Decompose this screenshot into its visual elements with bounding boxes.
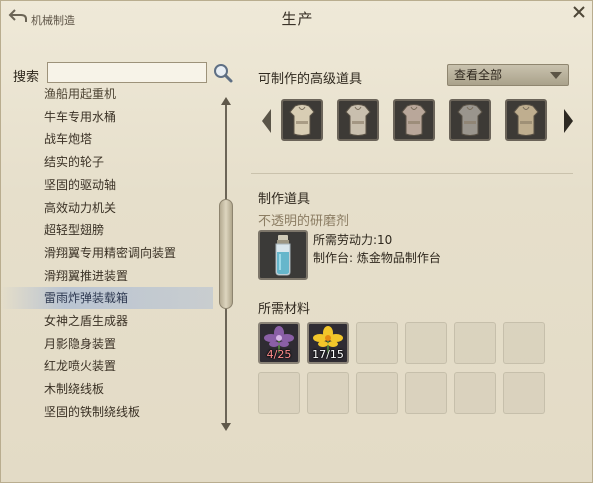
craft-item-title: 制作道具 xyxy=(258,192,311,207)
advanced-item-slot[interactable] xyxy=(505,99,547,141)
armor-icon xyxy=(513,104,539,136)
search-input[interactable] xyxy=(47,62,207,83)
advanced-item-slot[interactable] xyxy=(281,99,323,141)
armor-icon xyxy=(401,104,427,136)
scroll-thumb[interactable] xyxy=(219,199,233,309)
potion-bottle-icon xyxy=(275,235,291,276)
list-item[interactable]: 滑翔翼专用精密调向装置 xyxy=(44,242,204,264)
advanced-item-slot[interactable] xyxy=(337,99,379,141)
list-item[interactable]: 超轻型翅膀 xyxy=(44,219,204,241)
window-title: 生产 xyxy=(281,10,314,28)
list-item[interactable]: 坚固的铁制绕线板 xyxy=(44,401,204,423)
material-slot-empty xyxy=(356,372,398,414)
material-slot-empty xyxy=(405,372,447,414)
list-item[interactable]: 坚固的驱动轴 xyxy=(44,174,204,196)
scroll-up-icon[interactable] xyxy=(221,97,231,105)
material-count: 17/15 xyxy=(312,348,344,361)
advanced-item-slot[interactable] xyxy=(449,99,491,141)
list-item[interactable]: 木制绕线板 xyxy=(44,378,204,400)
list-item[interactable]: 滑翔翼推进装置 xyxy=(44,265,204,287)
station-value: 炼金物品制作台 xyxy=(356,251,441,265)
armor-icon xyxy=(457,104,483,136)
list-item[interactable]: 高效动力机关 xyxy=(44,197,204,219)
armor-icon xyxy=(345,104,371,136)
list-item[interactable]: 结实的轮子 xyxy=(44,151,204,173)
material-slot-empty xyxy=(258,372,300,414)
scroll-down-icon[interactable] xyxy=(221,423,231,431)
list-item[interactable]: 牛车专用水桶 xyxy=(44,106,204,128)
station-label: 制作台: xyxy=(313,251,354,265)
close-button[interactable] xyxy=(570,3,588,21)
advanced-item-slot[interactable] xyxy=(393,99,435,141)
advanced-items-title: 可制作的高级道具 xyxy=(258,72,363,87)
material-count: 4/25 xyxy=(266,348,292,361)
list-item[interactable]: 红龙喷火装置 xyxy=(44,355,204,377)
chevron-down-icon xyxy=(550,72,562,79)
close-icon xyxy=(573,6,585,18)
armor-icon xyxy=(289,104,315,136)
filter-dropdown-value: 查看全部 xyxy=(454,68,503,82)
recipe-list: 渔船用起重机 牛车专用水桶 战车炮塔 结实的轮子 坚固的驱动轴 高效动力机关 超轻型翅膀 滑翔… xyxy=(1,87,239,443)
material-slot[interactable]: 17/15 xyxy=(307,322,349,364)
title-bar: 机械制造 生产 xyxy=(1,1,593,35)
material-slot-empty xyxy=(503,372,545,414)
production-window: 机械制造 生产 搜索 渔船用起重机 牛车专用水桶 战车炮塔 结实的轮子 坚固的驱动轴 高效… xyxy=(0,0,593,483)
material-slot-empty xyxy=(356,322,398,364)
divider xyxy=(251,173,573,174)
material-slot[interactable]: 4/25 xyxy=(258,322,300,364)
list-item[interactable]: 战车炮塔 xyxy=(44,128,204,150)
crafting-station: 制作台: 炼金物品制作台 xyxy=(313,249,441,266)
craft-item-slot[interactable] xyxy=(258,230,308,280)
list-item-selected[interactable]: 雷雨炸弹装载箱 xyxy=(1,287,213,310)
search-label: 搜索 xyxy=(13,70,40,85)
craft-item-name: 不透明的研磨剂 xyxy=(258,214,350,229)
material-slot-empty xyxy=(307,372,349,414)
labor-requirement: 所需劳动力:10 xyxy=(313,233,393,247)
filter-dropdown[interactable]: 查看全部 xyxy=(447,64,569,86)
search-button[interactable] xyxy=(211,61,235,85)
list-item[interactable]: 月影隐身装置 xyxy=(44,333,204,355)
search-icon xyxy=(214,64,233,83)
list-item[interactable]: 渔船用起重机 xyxy=(44,87,204,105)
list-item[interactable]: 女神之盾生成器 xyxy=(44,310,204,332)
material-slot-empty xyxy=(454,372,496,414)
prev-page-icon[interactable] xyxy=(260,107,272,135)
materials-title: 所需材料 xyxy=(258,302,311,317)
material-slot-empty xyxy=(405,322,447,364)
material-slot-empty xyxy=(454,322,496,364)
list-scrollbar[interactable] xyxy=(219,97,233,431)
next-page-icon[interactable] xyxy=(563,107,575,135)
material-slot-empty xyxy=(503,322,545,364)
